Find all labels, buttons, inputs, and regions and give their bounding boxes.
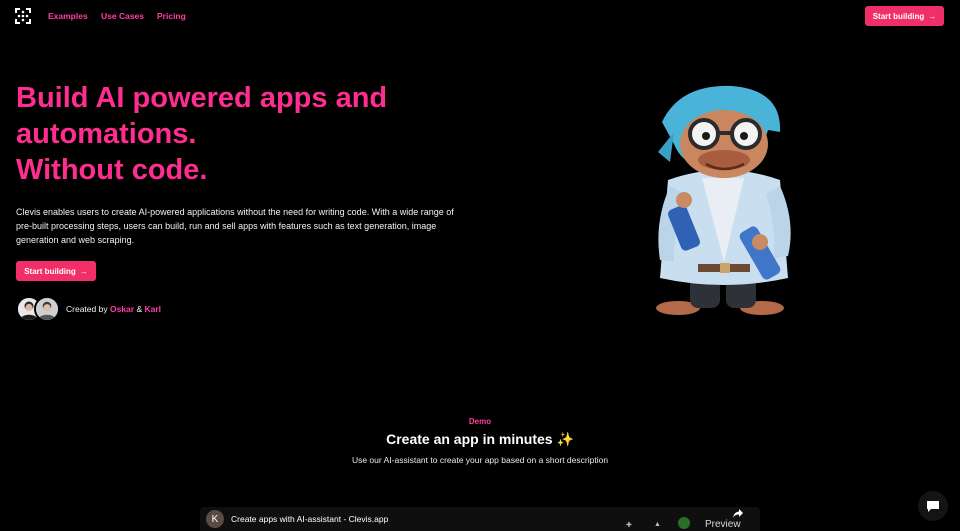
nav-link-pricing[interactable]: Pricing [157, 11, 186, 21]
creator-link-oskar[interactable]: Oskar [110, 304, 134, 314]
video-title[interactable]: Create apps with AI-assistant - Clevis.a… [231, 514, 388, 524]
chat-bubble-icon [927, 501, 939, 512]
slack-icon: ✚ [626, 522, 632, 529]
creator-link-karl[interactable]: Karl [145, 304, 162, 314]
top-nav: Examples Use Cases Pricing Start buildin… [0, 0, 960, 32]
video-channel-avatar[interactable]: K [206, 510, 224, 528]
graduation-cap-icon: ▲ [654, 521, 661, 528]
nav-link-examples[interactable]: Examples [48, 11, 88, 21]
nav-start-building-button[interactable]: Start building → [865, 6, 944, 26]
hero-description: Clevis enables users to create AI-powere… [16, 207, 454, 245]
share-icon[interactable] [732, 508, 744, 520]
demo-title: Create an app in minutes ✨ [386, 431, 574, 447]
demo-video-player[interactable]: K Create apps with AI-assistant - Clevis… [200, 507, 760, 531]
arrow-right-icon: → [79, 266, 88, 276]
video-green-badge [678, 517, 690, 529]
demo-subtitle: Use our AI-assistant to create your app … [351, 455, 609, 465]
hero-title-line-2: automations. [16, 118, 197, 150]
hero-title: Build AI powered apps and automations. W… [16, 80, 456, 188]
video-preview-label: Preview [705, 519, 741, 530]
hero-title-line-1: Build AI powered apps and [16, 82, 388, 114]
created-by: Created by Oskar & Karl [66, 304, 161, 314]
hero-start-building-button[interactable]: Start building → [16, 261, 96, 281]
chat-widget-button[interactable] [918, 491, 948, 521]
demo-tag: Demo [468, 417, 492, 426]
nav-link-use-cases[interactable]: Use Cases [101, 11, 144, 21]
clevis-logo-icon[interactable] [14, 7, 32, 25]
hero-title-line-3: Without code. [16, 154, 208, 186]
avatar-karl [34, 296, 60, 322]
created-by-prefix: Created by [66, 304, 108, 314]
mascot-illustration [656, 85, 791, 315]
arrow-right-icon: → [928, 11, 937, 21]
creator-avatars [16, 296, 60, 322]
hero-start-building-label: Start building [24, 266, 76, 276]
nav-start-building-label: Start building [872, 11, 925, 21]
created-by-ampersand: & [136, 304, 143, 314]
